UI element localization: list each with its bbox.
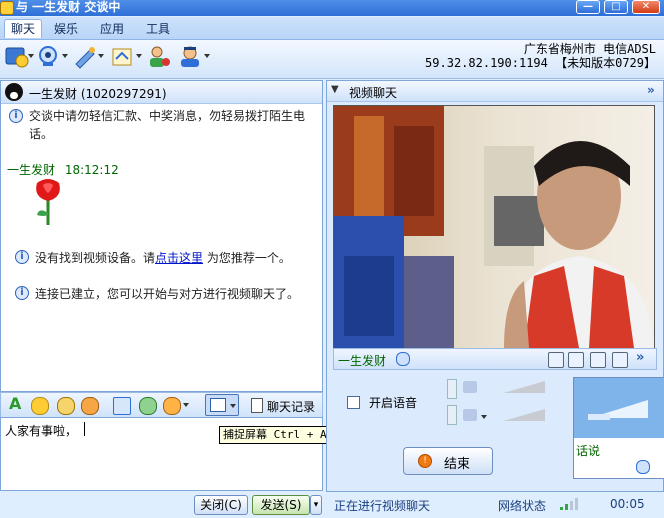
status-text: 正在进行视频聊天 — [334, 499, 431, 513]
send-button[interactable]: 发送(S) — [252, 495, 310, 515]
info-icon: i — [15, 286, 29, 300]
info-icon: i — [9, 109, 23, 123]
user-info-icon[interactable] — [178, 44, 204, 70]
collapse-icon[interactable]: ▼ — [331, 84, 339, 95]
chevron-down-icon[interactable] — [62, 54, 68, 58]
chevron-down-icon[interactable] — [481, 415, 487, 419]
chat-history-panel[interactable]: 一生发财 (1020297291) i 交谈中请勿轻信汇款、中奖消息，勿轻易拨打… — [0, 80, 323, 392]
location-line-2: 59.32.82.190:1194 【未知版本0729】 — [425, 56, 656, 70]
speaker-volume-slider[interactable] — [503, 379, 547, 395]
tab-entertainment[interactable]: 娱乐 — [48, 20, 84, 38]
send-file-icon[interactable] — [110, 44, 136, 70]
chevron-down-icon[interactable] — [28, 54, 34, 58]
message-sender: 一生发财 — [7, 163, 56, 177]
input-toolbar: A 聊天记录 — [0, 392, 323, 418]
connection-notice: 连接已建立，您可以开始与对方进行视频聊天了。 — [35, 287, 300, 301]
smiley-icon[interactable] — [31, 397, 49, 415]
video-peer-name: 一生发财 — [338, 354, 387, 368]
chevron-down-icon[interactable] — [136, 54, 142, 58]
voice-headset-icon[interactable] — [72, 44, 98, 70]
no-camera-notice: 没有找到视频设备。请点击这里 为您推荐一个。 — [35, 249, 317, 267]
end-call-button[interactable]: ! 结束 — [403, 447, 493, 475]
chevron-down-icon — [230, 404, 236, 408]
click-here-link[interactable]: 点击这里 — [155, 251, 203, 265]
chevron-down-icon[interactable] — [204, 54, 210, 58]
rose-emoticon-icon — [36, 179, 60, 225]
text-caret — [84, 422, 85, 436]
webcam-icon — [636, 460, 650, 474]
voice-checkbox[interactable] — [347, 396, 360, 409]
chevron-down-icon[interactable] — [98, 54, 104, 58]
message-time: 18:12:12 — [64, 163, 119, 177]
close-window-button[interactable]: ✕ — [632, 0, 660, 14]
scissors-icon — [210, 398, 226, 412]
video-chat-panel: ▼ 视频聊天 » 一生发财 » 开启语音 ! 结束 话说 — [326, 80, 664, 492]
signal-strength-icon — [560, 498, 578, 510]
tab-apps[interactable]: 应用 — [94, 20, 130, 38]
speaker-level-icon — [447, 379, 457, 399]
video-panel-title: 视频聊天 — [349, 86, 398, 100]
self-label: 话说 — [576, 444, 601, 458]
webcam-icon[interactable] — [36, 44, 62, 70]
chat-history-button[interactable]: 聊天记录 — [267, 398, 315, 415]
chevron-down-icon[interactable] — [183, 403, 189, 407]
qq-logo-icon — [0, 1, 14, 15]
security-warning: 交谈中请勿轻信汇款、中奖消息，勿轻易拨打陌生电话。 — [29, 109, 306, 141]
mic-level-icon — [447, 405, 457, 425]
video-toolbar: 一生发财 » — [333, 348, 657, 370]
add-friend-icon[interactable] — [146, 44, 172, 70]
info-icon: i — [15, 250, 29, 264]
remote-video — [333, 105, 655, 349]
video-panel-header: ▼ 视频聊天 » — [327, 81, 663, 102]
voice-label: 开启语音 — [369, 396, 418, 410]
home-icon[interactable] — [548, 352, 564, 368]
peer-name-id: 一生发财 (1020297291) — [29, 87, 167, 101]
font-icon[interactable]: A — [9, 394, 21, 413]
screenshot-button[interactable] — [205, 394, 239, 416]
self-preview-placeholder — [574, 378, 664, 438]
tab-tools[interactable]: 工具 — [140, 20, 176, 38]
notice-text: 为您推荐一个。 — [203, 251, 291, 265]
notice-text: 没有找到视频设备。请 — [35, 251, 156, 265]
webcam-icon — [396, 352, 410, 366]
emoji-extra-icon[interactable] — [163, 397, 181, 415]
video-frame-image — [334, 106, 654, 348]
shake-window-icon[interactable] — [81, 397, 99, 415]
call-timer: 00:05 — [610, 497, 645, 511]
mic-volume-slider[interactable] — [503, 407, 547, 423]
record-icon[interactable] — [612, 352, 628, 368]
main-toolbar: 广东省梅州市 电信ADSL 59.32.82.190:1194 【未知版本072… — [0, 40, 664, 79]
maximize-button[interactable]: □ — [604, 0, 628, 14]
history-icon[interactable] — [251, 398, 263, 413]
contact-card-icon[interactable] — [4, 44, 30, 70]
peer-location: 广东省梅州市 电信ADSL 59.32.82.190:1194 【未知版本072… — [425, 42, 656, 70]
speaker-icon[interactable] — [463, 381, 477, 393]
menu-bar: 聊天 娱乐 应用 工具 — [0, 17, 664, 40]
power-icon: ! — [418, 454, 432, 468]
window-title: 与 一生发财 交谈中 — [16, 0, 121, 14]
fullscreen-icon[interactable] — [568, 352, 584, 368]
title-bar: 与 一生发财 交谈中 — □ ✕ — [0, 0, 664, 16]
penguin-avatar-icon — [5, 83, 23, 101]
more-arrows-icon[interactable]: » — [636, 350, 644, 365]
snapshot-icon[interactable] — [590, 352, 606, 368]
send-options-arrow[interactable]: ▾ — [310, 495, 322, 515]
video-status-bar: 正在进行视频聊天 网络状态 00:05 — [326, 492, 664, 518]
magic-emoticon-icon[interactable] — [57, 397, 75, 415]
end-label: 结束 — [444, 457, 471, 472]
music-icon[interactable] — [139, 397, 157, 415]
chat-footer: 关闭(C) 发送(S) ▾ — [0, 492, 324, 518]
chat-panel-header: 一生发财 (1020297291) — [1, 81, 322, 104]
expand-arrows-icon[interactable]: » — [647, 83, 655, 97]
location-line-1: 广东省梅州市 电信ADSL — [523, 42, 656, 56]
network-label: 网络状态 — [498, 499, 547, 513]
minimize-button[interactable]: — — [576, 0, 600, 14]
close-button[interactable]: 关闭(C) — [194, 495, 248, 515]
self-video-preview: 话说 — [573, 377, 664, 479]
microphone-icon[interactable] — [463, 409, 477, 421]
tab-chat[interactable]: 聊天 — [4, 19, 43, 38]
input-text: 人家有事啦， — [5, 424, 78, 438]
message-header: 一生发财 18:12:12 — [7, 161, 119, 178]
image-icon[interactable] — [113, 397, 131, 415]
